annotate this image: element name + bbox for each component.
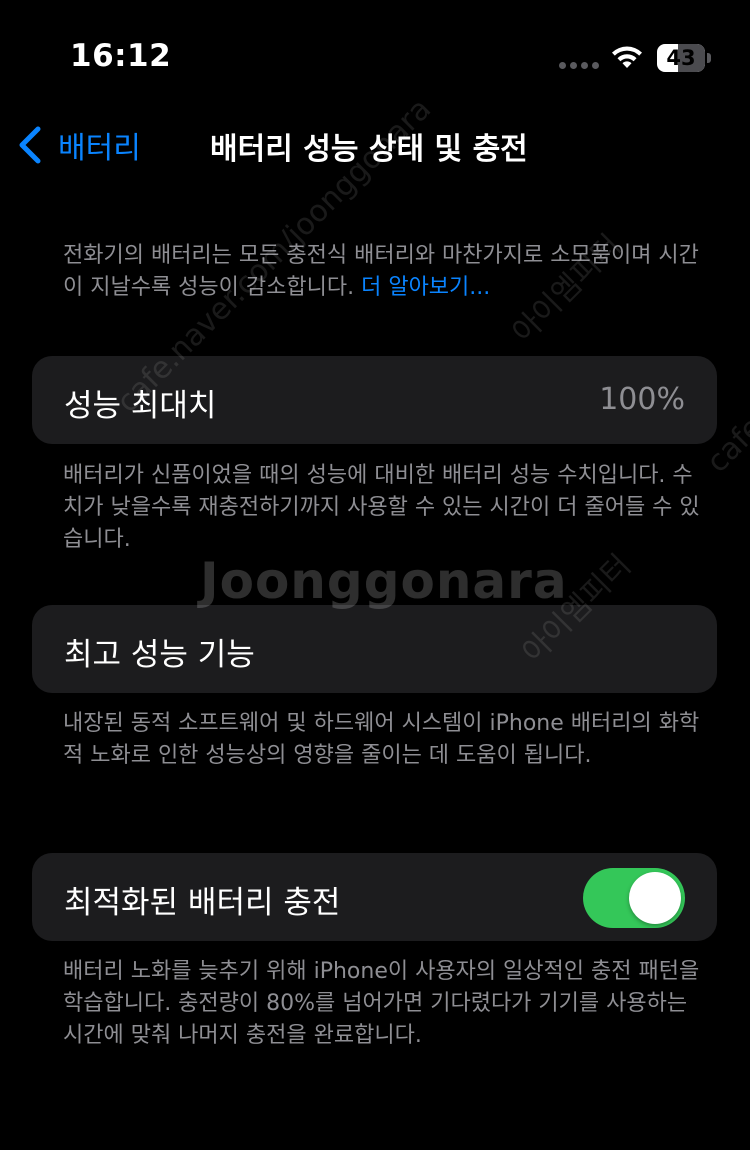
battery-icon: 43 [657, 44, 713, 72]
peak-performance-cell: 최고 성능 기능 [32, 605, 717, 693]
peak-performance-label: 최고 성능 기능 [64, 637, 255, 673]
optimized-charging-label: 최적화된 배터리 충전 [64, 885, 341, 921]
battery-percentage: 43 [666, 46, 696, 70]
optimized-charging-cell: 최적화된 배터리 충전 [32, 853, 717, 941]
status-time: 16:12 [70, 38, 172, 74]
cellular-signal-icon [559, 62, 599, 72]
watermark-logo: Joonggonara [200, 552, 568, 610]
optimized-charging-toggle[interactable] [583, 868, 685, 928]
learn-more-link[interactable]: 더 알아보기... [361, 275, 490, 300]
back-button[interactable]: 배터리 [16, 120, 141, 170]
status-bar: 16:12 43 [0, 0, 750, 100]
back-button-label: 배터리 [58, 131, 141, 166]
battery-level-indicator: 43 [657, 44, 705, 72]
toggle-knob [629, 872, 681, 924]
maximum-capacity-value: 100% [599, 382, 685, 417]
peak-performance-footer: 내장된 동적 소프트웨어 및 하드웨어 시스템이 iPhone 배터리의 화학적… [63, 711, 700, 768]
chevron-left-icon [19, 126, 41, 164]
optimized-charging-footer: 배터리 노화를 늦추기 위해 iPhone이 사용자의 일상적인 충전 패턴을 … [63, 959, 700, 1048]
wifi-icon [612, 46, 642, 68]
